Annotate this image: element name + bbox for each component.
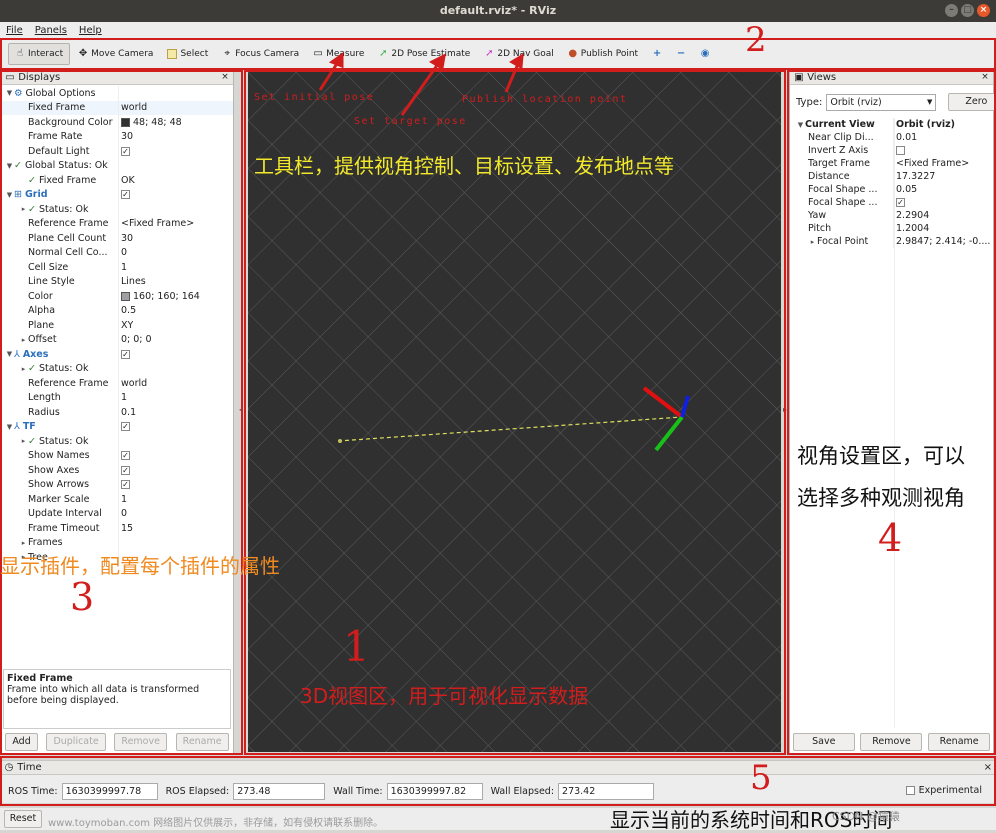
annotation-number-3: 3 [70,575,95,619]
annotation-number-4: 4 [878,516,903,560]
watermark-csdn: CSDN @猿猿 [832,810,900,823]
annotation-displays-caption: 显示插件，配置每个插件的属性 [0,554,280,578]
annotation-publish-location: Publish location point [462,94,628,105]
annotation-number-1: 1 [343,622,370,671]
annotation-views-caption-1: 视角设置区，可以 [797,444,965,468]
annotation-views-caption-2: 选择多种观测视角 [797,486,965,510]
annotation-number-2: 2 [745,20,767,60]
annotation-number-5: 5 [750,758,772,798]
annotation-viewport-caption: 3D视图区，用于可视化显示数据 [300,684,589,708]
annotation-set-initial-pose: Set initial pose [254,92,375,103]
annotation-toolbar-caption: 工具栏，提供视角控制、目标设置、发布地点等 [254,154,674,178]
annotation-set-target-pose: Set target pose [354,116,467,127]
